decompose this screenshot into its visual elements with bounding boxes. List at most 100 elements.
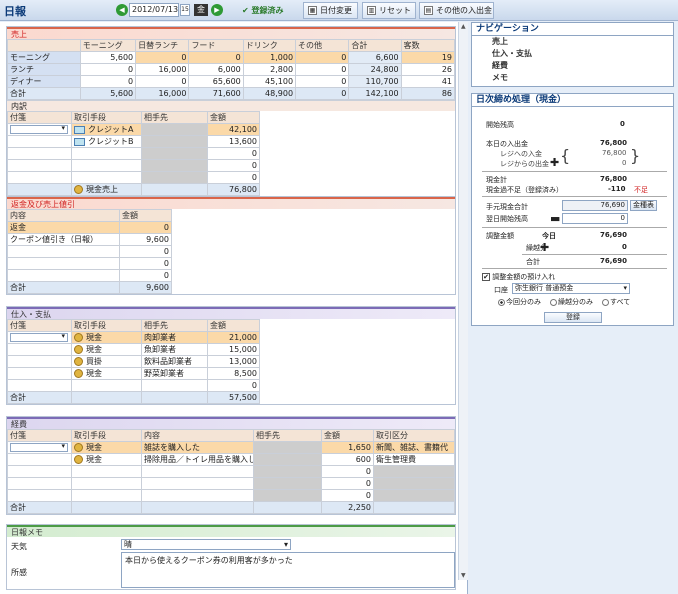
table-row: クーポン値引き（日報） 9,600 <box>7 233 455 246</box>
radio-icon[interactable] <box>550 298 557 306</box>
table-row: 現金 野菜卸業者 8,500 <box>7 367 455 380</box>
main-area: 売上 モーニング 日替ランチ フード ドリンク その他 合計 客数 モーニング 5,600 0 0… <box>0 22 468 594</box>
accounts-payable-icon <box>74 357 83 366</box>
closing-title: 日次締め処理（現金） <box>472 94 673 107</box>
next-day-balance-input[interactable]: 0 <box>562 213 628 224</box>
credit-card-icon <box>74 125 85 134</box>
table-header-row: モーニング 日替ランチ フード ドリンク その他 合計 客数 <box>7 39 456 52</box>
checkbox-icon[interactable]: ✔ <box>482 273 490 281</box>
toolbar: 日報 ◀ 2012/07/13 15 金 ▶ ✔ 登録済み ▦ 日付変更 ▥ リセッ… <box>0 0 678 21</box>
calendar-icon[interactable]: 15 <box>180 4 190 16</box>
bracket-left-icon: { <box>560 146 571 165</box>
table-row: 返金 0 <box>7 221 455 234</box>
expenses-section: 経費 付箋取引手段内容相手先金額取引区分 現金雑誌を購入した1,650新聞、雑誌… <box>6 416 456 515</box>
date-change-button[interactable]: ▦ 日付変更 <box>303 2 358 19</box>
navigation-title: ナビゲーション <box>472 23 673 36</box>
radio-icon[interactable] <box>498 298 505 306</box>
adjust-amount-label: 調整金額 <box>486 232 514 240</box>
sales-header: 売上 <box>7 27 455 39</box>
weather-select[interactable]: 晴 ▾ <box>121 539 291 550</box>
cash-icon <box>74 443 83 452</box>
prev-day-button[interactable]: ◀ <box>116 4 128 16</box>
shortage-label: 現金過不足（登録済み） <box>486 186 563 194</box>
scroll-up-icon[interactable]: ▲ <box>461 23 466 30</box>
onhand-cash-label: 手元現金合計 <box>486 203 528 211</box>
main-scrollbar[interactable]: ▲ ▼ <box>458 22 468 580</box>
nav-item-memo[interactable]: メモ <box>472 72 673 84</box>
breakdown-header: 内訳 <box>7 100 455 111</box>
total-row: 合計 5,600 16,000 71,600 48,900 0 142,100 86 <box>7 87 456 100</box>
refund-section: 返金及び売上値引 内容 金額 返金 0 クーポン値引き（日報） 9,600 0 0 0… <box>6 196 456 295</box>
memo-header: 日報メモ <box>7 525 455 537</box>
reset-button[interactable]: ▥ リセット <box>362 2 416 19</box>
table-row: 現金 魚卸業者 15,000 <box>7 343 455 356</box>
table-row: 0 <box>7 147 455 160</box>
total-row: 合計 9,600 <box>7 281 455 294</box>
to-register-value: 76,800 <box>602 149 627 157</box>
sales-section: 売上 モーニング 日替ランチ フード ドリンク その他 合計 客数 モーニング 5,600 0 0… <box>6 26 456 197</box>
table-row: 現金 掃除用品／トイレ用品を購入した 600 衛生管理費 <box>7 453 455 466</box>
plus-icon: ✚ <box>550 156 560 169</box>
table-row: 0 <box>7 477 455 490</box>
daily-deposit-label: 本日の入出金 <box>486 140 528 148</box>
table-row: 0 <box>7 171 455 184</box>
cash-icon <box>74 455 83 464</box>
table-row: 現金雑誌を購入した1,650新聞、雑誌、書籍代 <box>7 441 455 454</box>
cash-icon <box>74 333 83 342</box>
chevron-down-icon: ▾ <box>623 284 627 292</box>
notes-textarea[interactable]: 本日から使えるクーポン券の利用客が多かった <box>121 552 455 588</box>
trash-icon: ▥ <box>367 6 376 15</box>
scroll-down-icon[interactable]: ▼ <box>461 572 466 579</box>
account-select[interactable]: 弥生銀行 普通預金 ▾ <box>512 283 630 294</box>
cash-icon <box>74 369 83 378</box>
nav-item-expenses[interactable]: 経費 <box>472 60 673 72</box>
table-row: 0 <box>7 465 455 478</box>
onhand-cash-input: 76,690 <box>562 200 628 211</box>
breakdown-table: 付箋取引手段相手先金額 クレジットA42,100 クレジットB13,600 0 … <box>7 111 455 196</box>
chevron-down-icon: ▾ <box>283 540 288 549</box>
table-row: 0 <box>7 257 455 270</box>
refund-header: 返金及び売上値引 <box>7 197 455 209</box>
registered-status: ✔ 登録済み <box>242 6 284 15</box>
next-day-button[interactable]: ▶ <box>211 4 223 16</box>
navigation-panel: ナビゲーション 売上 仕入・支払 経費 メモ <box>471 22 674 87</box>
table-row: 0 <box>7 245 455 258</box>
shortage-note: 不足 <box>634 186 648 194</box>
cash-total-value: 76,800 <box>600 175 628 183</box>
to-register-label: レジへの入金 <box>500 150 542 158</box>
table-row: ランチ 0 16,000 6,000 2,800 0 24,800 26 <box>7 63 456 76</box>
register-button[interactable]: 登録 <box>544 312 602 323</box>
today-label: 今日 <box>542 232 556 240</box>
weekday-badge: 金 <box>194 4 208 16</box>
total-row: 合計 57,500 <box>7 391 455 404</box>
memo-section: 日報メモ 天気 晴 ▾ 所感 本日から使えるクーポン券の利用客が多かった <box>6 524 456 590</box>
cash-sales-row: 現金売上 76,800 <box>7 183 455 196</box>
deposit-adjust-checkbox[interactable]: ✔ 調整金額の預け入れ <box>482 272 555 282</box>
table-row: クレジットA42,100 <box>7 123 455 136</box>
nav-item-purchase[interactable]: 仕入・支払 <box>472 48 673 60</box>
tag-dropdown[interactable] <box>10 333 68 342</box>
radio-this-time[interactable]: 今回分のみ <box>498 297 541 307</box>
cash-icon <box>74 345 83 354</box>
date-input[interactable]: 2012/07/13 <box>129 3 179 17</box>
sales-table: モーニング 日替ランチ フード ドリンク その他 合計 客数 モーニング 5,600 0 0 1,0… <box>7 39 456 100</box>
tag-dropdown[interactable] <box>10 443 68 452</box>
tag-dropdown[interactable] <box>10 125 68 134</box>
opening-balance-label: 開始残高 <box>486 121 514 129</box>
total-row: 合計 2,250 <box>7 501 455 514</box>
denomination-button[interactable]: 金種表 <box>630 200 657 211</box>
radio-carry-only[interactable]: 繰越分のみ <box>550 297 593 307</box>
daily-deposit-value: 76,800 <box>600 139 628 147</box>
radio-icon[interactable] <box>602 298 609 306</box>
credit-card-icon <box>74 137 85 146</box>
table-row: 0 <box>7 489 455 502</box>
cash-total-label: 現金計 <box>486 176 507 184</box>
table-row: 0 <box>7 379 455 392</box>
calendar-icon: ▦ <box>308 6 317 15</box>
other-deposit-button[interactable]: ▤ その他の入出金 <box>419 2 494 19</box>
table-row: 現金肉卸業者21,000 <box>7 331 455 344</box>
from-register-value: 0 <box>622 159 627 167</box>
expenses-table: 付箋取引手段内容相手先金額取引区分 現金雑誌を購入した1,650新聞、雑誌、書籍… <box>7 429 455 514</box>
nav-item-sales[interactable]: 売上 <box>472 36 673 48</box>
radio-all[interactable]: すべて <box>602 297 630 307</box>
